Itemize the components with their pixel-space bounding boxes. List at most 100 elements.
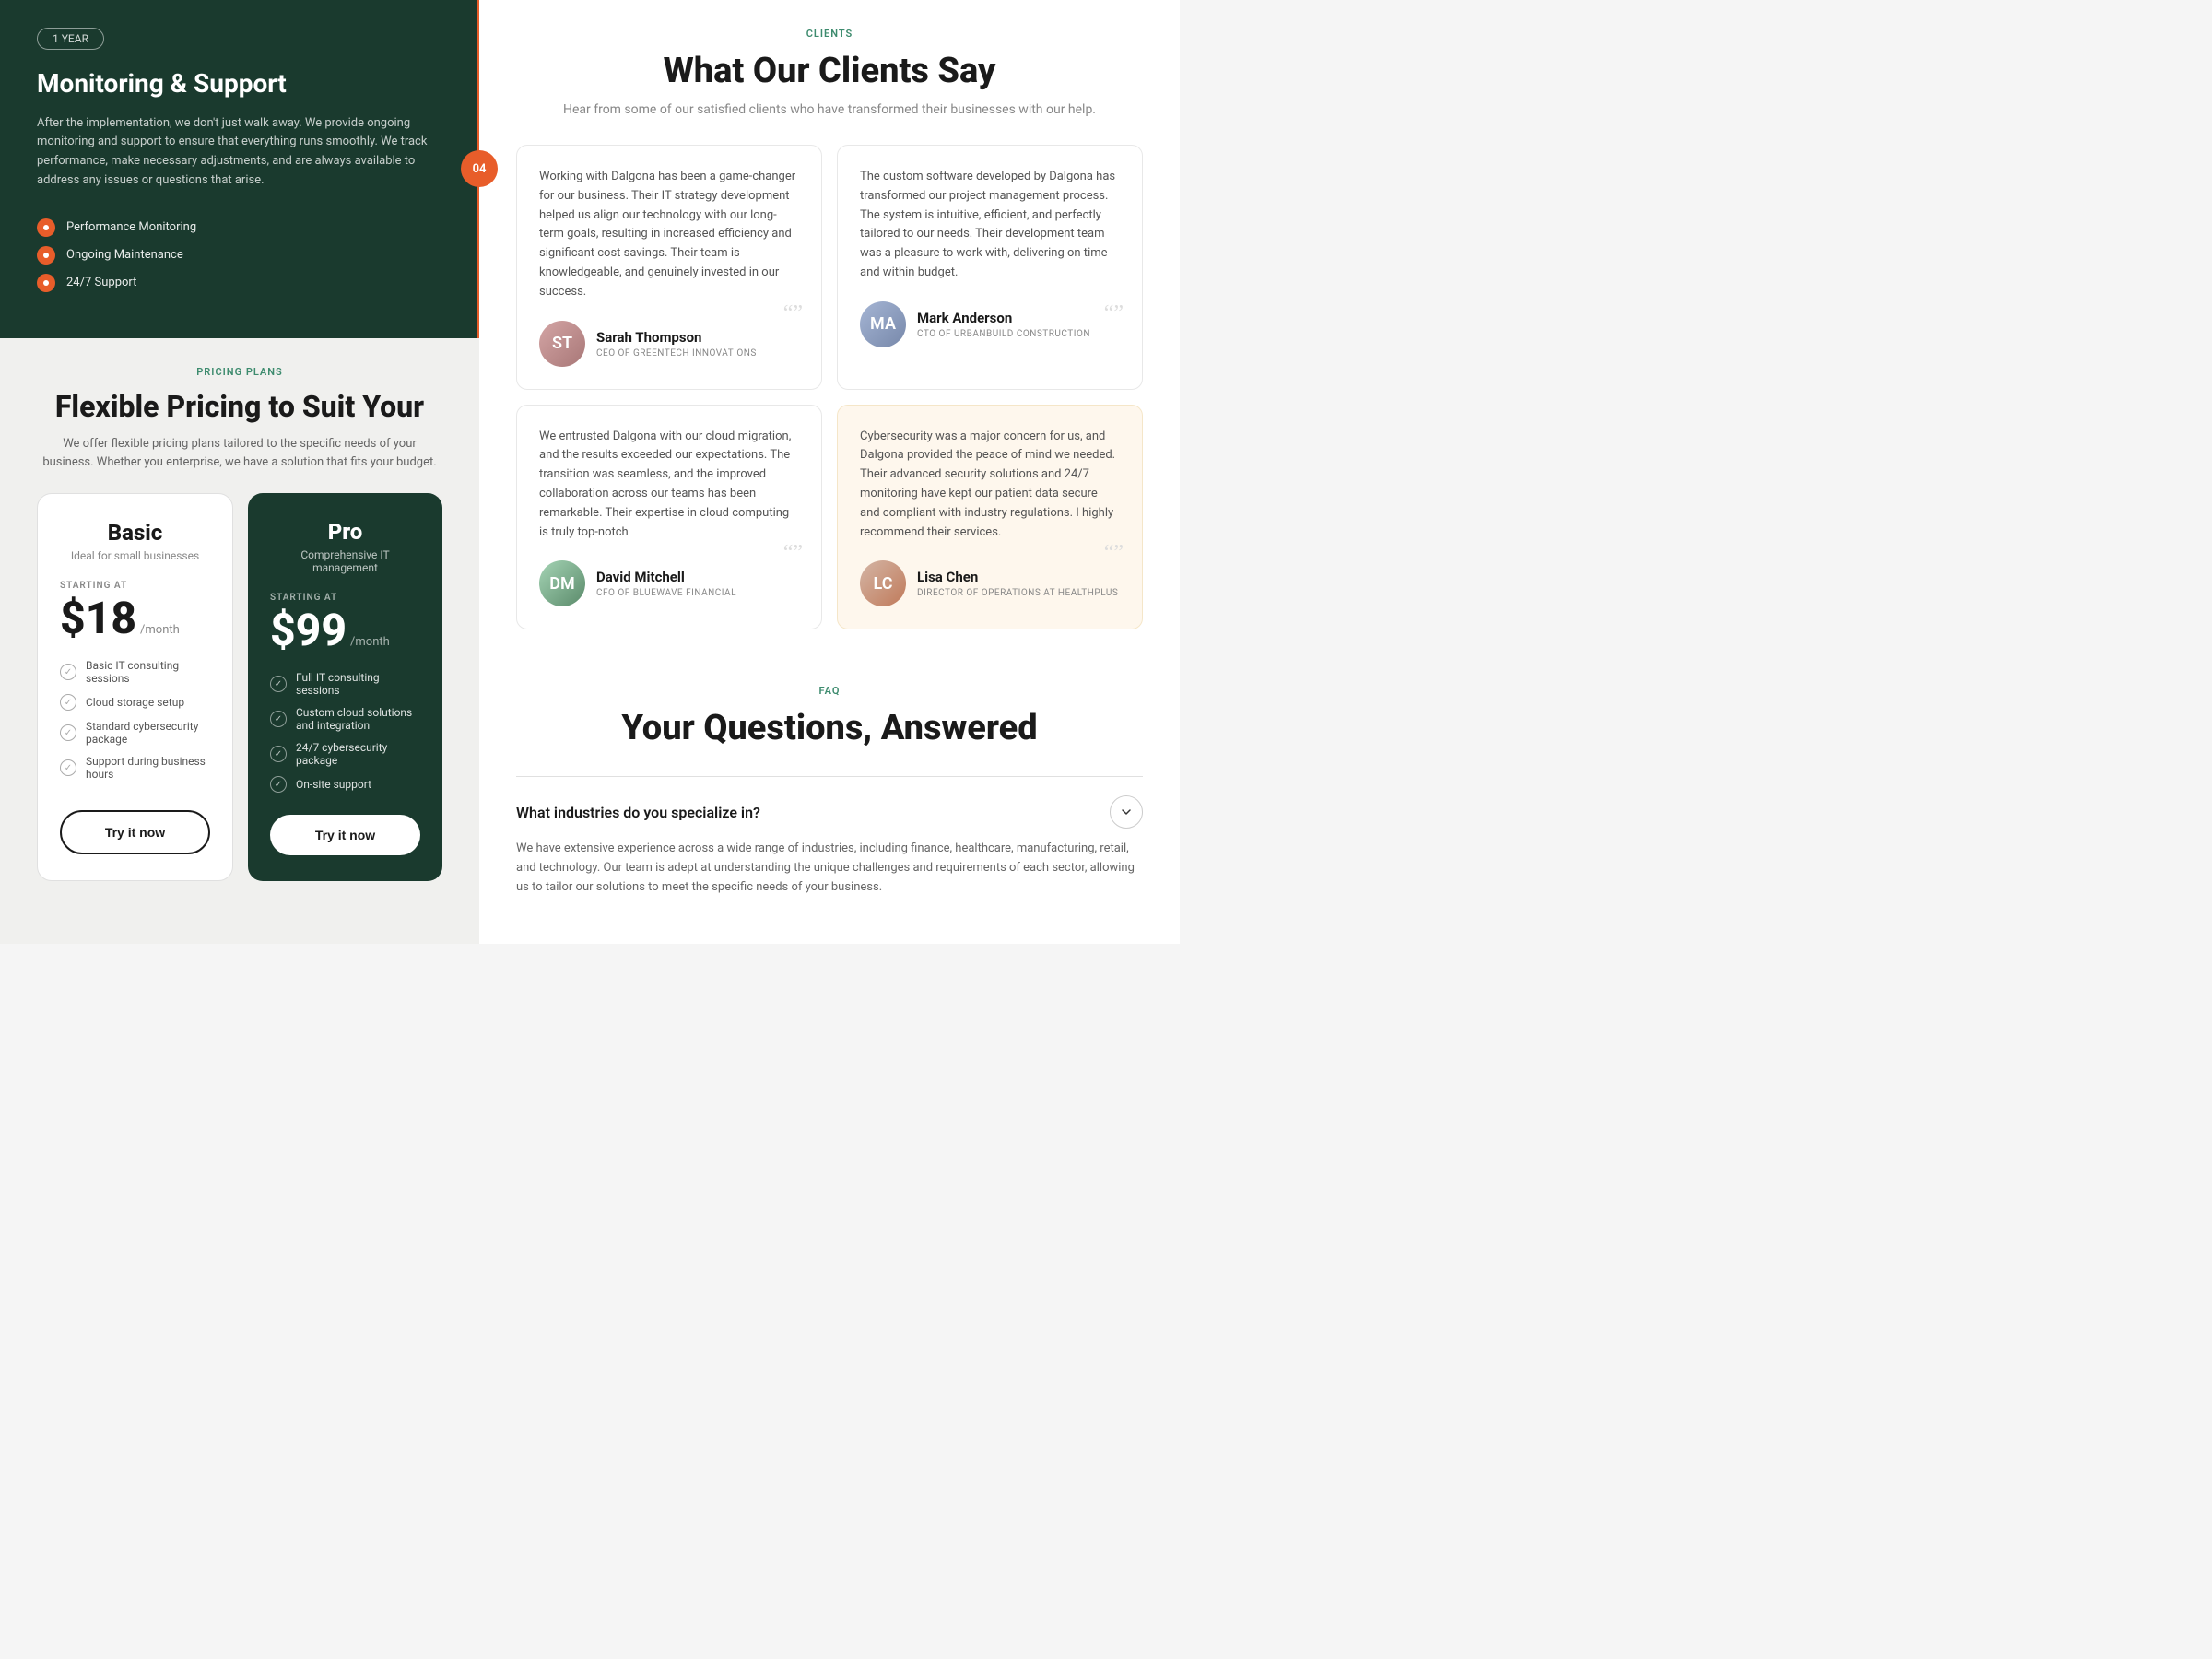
- testimonial-author-1: ST Sarah Thompson CEO OF GREENTECH INNOV…: [539, 321, 799, 367]
- author-role-3: CFO OF BLUEWAVE FINANCIAL: [596, 588, 736, 598]
- author-info-2: Mark Anderson CTO OF URBANBUILD CONSTRUC…: [917, 310, 1090, 339]
- pricing-cards: Basic Ideal for small businesses STARTIN…: [37, 493, 442, 881]
- check-icon-2: ✓: [60, 694, 76, 711]
- monitoring-title: Monitoring & Support: [37, 68, 442, 100]
- feature-dot-3: [37, 274, 55, 292]
- pro-feature-2: ✓ Custom cloud solutions and integration: [270, 706, 420, 732]
- feature-dot-2: [37, 246, 55, 265]
- author-name-3: David Mitchell: [596, 569, 736, 585]
- pro-check-icon-2: ✓: [270, 711, 287, 727]
- feature-item-2: Ongoing Maintenance: [37, 246, 442, 265]
- testimonial-text-4: Cybersecurity was a major concern for us…: [860, 428, 1120, 543]
- testimonials-grid: Working with Dalgona has been a game-cha…: [516, 145, 1143, 629]
- faq-question-row-1: What industries do you specialize in?: [516, 795, 1143, 829]
- right-panel: CLIENTS What Our Clients Say Hear from s…: [479, 0, 1180, 944]
- pricing-subtitle: We offer flexible pricing plans tailored…: [37, 435, 442, 471]
- basic-feature-1: ✓ Basic IT consulting sessions: [60, 659, 210, 685]
- pro-feature-1: ✓ Full IT consulting sessions: [270, 671, 420, 697]
- pricing-label: PRICING PLANS: [37, 366, 442, 378]
- author-info-1: Sarah Thompson CEO OF GREENTECH INNOVATI…: [596, 329, 757, 359]
- testimonial-author-2: MA Mark Anderson CTO OF URBANBUILD CONST…: [860, 301, 1120, 347]
- quote-icon-4: “”: [1104, 542, 1124, 564]
- basic-price-period: /month: [140, 623, 180, 637]
- basic-feature-label-3: Standard cybersecurity package: [86, 720, 210, 746]
- author-info-3: David Mitchell CFO OF BLUEWAVE FINANCIAL: [596, 569, 736, 598]
- basic-features: ✓ Basic IT consulting sessions ✓ Cloud s…: [60, 659, 210, 788]
- testimonial-card-3: We entrusted Dalgona with our cloud migr…: [516, 405, 822, 630]
- basic-feature-4: ✓ Support during business hours: [60, 755, 210, 781]
- clients-subtitle: Hear from some of our satisfied clients …: [516, 102, 1143, 117]
- pro-price-row: $99 /month: [270, 608, 420, 653]
- feature-label-3: 24/7 Support: [66, 276, 136, 289]
- pro-features: ✓ Full IT consulting sessions ✓ Custom c…: [270, 671, 420, 793]
- faq-section: FAQ Your Questions, Answered What indust…: [516, 666, 1143, 915]
- basic-price-row: $18 /month: [60, 596, 210, 641]
- check-icon-3: ✓: [60, 724, 76, 741]
- basic-feature-label-2: Cloud storage setup: [86, 696, 184, 709]
- basic-starting-at: STARTING AT: [60, 581, 210, 591]
- pro-starting-at: STARTING AT: [270, 593, 420, 603]
- basic-feature-3: ✓ Standard cybersecurity package: [60, 720, 210, 746]
- pricing-card-basic: Basic Ideal for small businesses STARTIN…: [37, 493, 233, 881]
- feature-item-3: 24/7 Support: [37, 274, 442, 292]
- avatar-initials-2: MA: [860, 301, 906, 347]
- quote-icon-1: “”: [783, 302, 803, 324]
- basic-plan-desc: Ideal for small businesses: [60, 549, 210, 562]
- author-avatar-3: DM: [539, 560, 585, 606]
- basic-feature-2: ✓ Cloud storage setup: [60, 694, 210, 711]
- faq-answer-1: We have extensive experience across a wi…: [516, 840, 1143, 897]
- author-name-4: Lisa Chen: [917, 569, 1118, 585]
- avatar-initials-3: DM: [539, 560, 585, 606]
- testimonial-card-4: Cybersecurity was a major concern for us…: [837, 405, 1143, 630]
- pricing-title: Flexible Pricing to Suit Your: [37, 389, 442, 424]
- author-role-2: CTO OF URBANBUILD CONSTRUCTION: [917, 329, 1090, 339]
- quote-icon-3: “”: [783, 542, 803, 564]
- clients-section: CLIENTS What Our Clients Say Hear from s…: [516, 28, 1143, 629]
- arrow-icon: [1120, 806, 1133, 818]
- testimonial-text-1: Working with Dalgona has been a game-cha…: [539, 168, 799, 302]
- author-name-1: Sarah Thompson: [596, 329, 757, 346]
- pro-plan-name: Pro: [270, 519, 420, 545]
- author-avatar-1: ST: [539, 321, 585, 367]
- feature-label-2: Ongoing Maintenance: [66, 248, 183, 262]
- faq-label: FAQ: [516, 685, 1143, 697]
- pro-price-period: /month: [350, 635, 390, 649]
- author-name-2: Mark Anderson: [917, 310, 1090, 326]
- quote-icon-2: “”: [1104, 302, 1124, 324]
- basic-plan-name: Basic: [60, 520, 210, 546]
- pro-check-icon-1: ✓: [270, 676, 287, 692]
- basic-price-amount: $18: [60, 596, 136, 641]
- pro-feature-label-1: Full IT consulting sessions: [296, 671, 420, 697]
- pro-feature-label-4: On-site support: [296, 778, 371, 791]
- monitoring-section: 04 1 YEAR Monitoring & Support After the…: [0, 0, 479, 338]
- feature-label-1: Performance Monitoring: [66, 220, 196, 234]
- check-icon-4: ✓: [60, 759, 76, 776]
- faq-toggle-1[interactable]: [1110, 795, 1143, 829]
- author-role-4: DIRECTOR OF OPERATIONS AT HEALTHPLUS: [917, 588, 1118, 598]
- pricing-section: PRICING PLANS Flexible Pricing to Suit Y…: [0, 338, 479, 944]
- basic-feature-label-1: Basic IT consulting sessions: [86, 659, 210, 685]
- pro-feature-label-3: 24/7 cybersecurity package: [296, 741, 420, 767]
- basic-try-button[interactable]: Try it now: [60, 810, 210, 854]
- testimonial-author-3: DM David Mitchell CFO OF BLUEWAVE FINANC…: [539, 560, 799, 606]
- author-avatar-4: LC: [860, 560, 906, 606]
- author-role-1: CEO OF GREENTECH INNOVATIONS: [596, 348, 757, 359]
- pricing-card-pro: Pro Comprehensive IT management STARTING…: [248, 493, 442, 881]
- testimonial-author-4: LC Lisa Chen DIRECTOR OF OPERATIONS AT H…: [860, 560, 1120, 606]
- feature-dot-1: [37, 218, 55, 237]
- testimonial-card-1: Working with Dalgona has been a game-cha…: [516, 145, 822, 390]
- monitoring-description: After the implementation, we don't just …: [37, 114, 442, 191]
- pro-feature-4: ✓ On-site support: [270, 776, 420, 793]
- year-badge: 1 YEAR: [37, 28, 104, 50]
- pro-try-button[interactable]: Try it now: [270, 815, 420, 855]
- pro-feature-label-2: Custom cloud solutions and integration: [296, 706, 420, 732]
- testimonial-text-2: The custom software developed by Dalgona…: [860, 168, 1120, 283]
- clients-label: CLIENTS: [516, 28, 1143, 40]
- feature-list: Performance Monitoring Ongoing Maintenan…: [37, 218, 442, 292]
- faq-item-1: What industries do you specialize in? We…: [516, 776, 1143, 915]
- avatar-initials-4: LC: [860, 560, 906, 606]
- pro-feature-3: ✓ 24/7 cybersecurity package: [270, 741, 420, 767]
- author-info-4: Lisa Chen DIRECTOR OF OPERATIONS AT HEAL…: [917, 569, 1118, 598]
- testimonial-text-3: We entrusted Dalgona with our cloud migr…: [539, 428, 799, 543]
- basic-feature-label-4: Support during business hours: [86, 755, 210, 781]
